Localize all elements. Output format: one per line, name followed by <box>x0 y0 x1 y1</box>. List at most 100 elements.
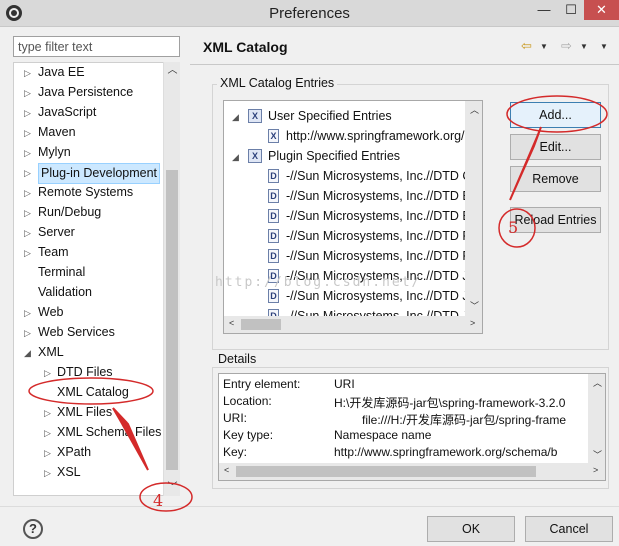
forward-icon[interactable]: ⇨ <box>561 38 572 54</box>
scroll-down-icon[interactable]: ﹀ <box>164 479 181 496</box>
tree-item-label: Web Services <box>38 325 115 339</box>
details-vertical-scrollbar[interactable]: ︿ ﹀ <box>588 374 605 464</box>
remove-button[interactable]: Remove <box>510 166 601 192</box>
expanded-arrow-icon[interactable]: ◢ <box>232 107 239 127</box>
tree-item-web[interactable]: ▷ Web <box>14 303 164 322</box>
detail-value: H:\开发库源码-jar包\spring-framework-3.2.0 <box>334 396 566 410</box>
add-button[interactable]: Add... <box>510 102 601 128</box>
scroll-down-icon[interactable]: ﹀ <box>593 448 602 461</box>
tree-item-remote-systems[interactable]: ▷ Remote Systems <box>14 183 164 202</box>
tree-item-xml-files[interactable]: ▷ XML Files <box>14 403 164 422</box>
tree-item-server[interactable]: ▷ Server <box>14 223 164 242</box>
user-entry-label: http://www.springframework.org/ <box>286 129 465 143</box>
close-button[interactable]: ✕ <box>584 0 619 20</box>
tree-scroll-thumb[interactable] <box>166 170 178 470</box>
collapsed-arrow-icon[interactable]: ▷ <box>44 444 51 463</box>
collapsed-arrow-icon[interactable]: ▷ <box>24 244 31 263</box>
details-hscroll-thumb[interactable] <box>236 466 536 477</box>
scroll-down-icon[interactable]: ﹀ <box>470 299 479 312</box>
catalog-entries-tree: ◢ X User Specified Entries X http://www.… <box>223 100 483 334</box>
tree-item-run-debug[interactable]: ▷ Run/Debug <box>14 203 164 222</box>
plugin-entry-label: -//Sun Microsystems, Inc.//DTD F <box>286 229 471 243</box>
tree-item-label: XSL <box>57 465 81 479</box>
tree-item-label: XML Catalog <box>57 385 129 399</box>
help-icon[interactable]: ? <box>23 519 43 539</box>
dtd-file-icon: D <box>268 209 279 223</box>
view-menu-icon[interactable]: ▼ <box>600 42 608 51</box>
collapsed-arrow-icon[interactable]: ▷ <box>24 64 31 83</box>
scroll-left-icon[interactable]: < <box>229 318 234 328</box>
collapsed-arrow-icon[interactable]: ▷ <box>44 464 51 483</box>
back-menu-icon[interactable]: ▼ <box>540 42 548 51</box>
tree-item-xpath[interactable]: ▷ XPath <box>14 443 164 462</box>
tree-item-xml-schema-files[interactable]: ▷ XML Schema Files <box>14 423 164 442</box>
entries-vertical-scrollbar[interactable]: ︿ ﹀ <box>465 101 482 317</box>
tree-scrollbar[interactable]: ︿ ﹀ <box>163 62 180 496</box>
edit-button[interactable]: Edit... <box>510 134 601 160</box>
tree-item-maven[interactable]: ▷ Maven <box>14 123 164 142</box>
maximize-button[interactable]: ☐ <box>558 0 584 20</box>
tree-item-plug-in-development[interactable]: ▷ Plug-in Development <box>14 163 164 184</box>
collapsed-arrow-icon[interactable]: ▷ <box>24 304 31 323</box>
entries-horizontal-scrollbar[interactable]: < > <box>224 316 482 333</box>
minimize-button[interactable]: — <box>530 0 558 20</box>
collapsed-arrow-icon[interactable]: ▷ <box>44 404 51 423</box>
tree-item-xml[interactable]: ◢ XML <box>14 343 164 362</box>
header-separator <box>190 64 619 65</box>
collapsed-arrow-icon[interactable]: ▷ <box>24 144 31 163</box>
tree-item-xml-catalog[interactable]: XML Catalog <box>14 383 164 402</box>
collapsed-arrow-icon[interactable]: ▷ <box>24 204 31 223</box>
tree-item-label: Remote Systems <box>38 185 134 199</box>
tree-item-label: XPath <box>57 445 92 459</box>
tree-item-web-services[interactable]: ▷ Web Services <box>14 323 164 342</box>
scroll-up-icon[interactable]: ︿ <box>593 376 602 389</box>
collapsed-arrow-icon[interactable]: ▷ <box>44 364 51 383</box>
tree-item-validation[interactable]: Validation <box>14 283 164 302</box>
tree-item-java-ee[interactable]: ▷ Java EE <box>14 63 164 82</box>
tree-item-dtd-files[interactable]: ▷ DTD Files <box>14 363 164 382</box>
plugin-entries-label: Plugin Specified Entries <box>268 149 401 163</box>
dtd-file-icon: D <box>268 189 279 203</box>
forward-menu-icon[interactable]: ▼ <box>580 42 588 51</box>
collapsed-arrow-icon[interactable]: ▷ <box>44 424 51 443</box>
tree-item-xsl[interactable]: ▷ XSL <box>14 463 164 482</box>
window-title: Preferences <box>269 5 350 22</box>
tree-item-terminal[interactable]: Terminal <box>14 263 164 282</box>
collapsed-arrow-icon[interactable]: ▷ <box>24 164 31 183</box>
tree-item-mylyn[interactable]: ▷ Mylyn <box>14 143 164 162</box>
title-bar: Preferences — ☐ ✕ <box>0 0 619 27</box>
collapsed-arrow-icon[interactable]: ▷ <box>24 104 31 123</box>
dialog-button-bar: ? OK Cancel <box>0 506 619 546</box>
collapsed-arrow-icon[interactable]: ▷ <box>24 184 31 203</box>
tree-item-javascript[interactable]: ▷ JavaScript <box>14 103 164 122</box>
scroll-left-icon[interactable]: < <box>224 465 229 475</box>
details-horizontal-scrollbar[interactable]: < > <box>219 463 605 480</box>
tree-item-label: XML <box>38 345 64 359</box>
entries-hscroll-thumb[interactable] <box>241 319 281 330</box>
plugin-entry-label: -//Sun Microsystems, Inc.//DTD E <box>286 189 471 203</box>
catalog-icon: X <box>248 109 262 123</box>
dtd-file-icon: D <box>268 169 279 183</box>
expanded-arrow-icon[interactable]: ◢ <box>232 147 239 167</box>
filter-input[interactable] <box>13 36 180 57</box>
collapsed-arrow-icon[interactable]: ▷ <box>24 124 31 143</box>
tree-item-team[interactable]: ▷ Team <box>14 243 164 262</box>
expanded-arrow-icon[interactable]: ◢ <box>24 344 31 363</box>
tree-item-java-persistence[interactable]: ▷ Java Persistence <box>14 83 164 102</box>
xml-file-icon: X <box>268 129 279 143</box>
scroll-right-icon[interactable]: > <box>470 318 475 328</box>
collapsed-arrow-icon[interactable]: ▷ <box>24 84 31 103</box>
page-title: XML Catalog <box>203 39 288 55</box>
reload-entries-button[interactable]: Reload Entries <box>510 207 601 233</box>
ok-button[interactable]: OK <box>427 516 515 542</box>
cancel-button[interactable]: Cancel <box>525 516 613 542</box>
back-icon[interactable]: ⇦ <box>521 38 532 54</box>
collapsed-arrow-icon[interactable]: ▷ <box>24 224 31 243</box>
scroll-up-icon[interactable]: ︿ <box>164 62 181 79</box>
details-panel: Entry element: URI Location: H:\开发库源码-jar包\… <box>218 373 606 481</box>
scroll-right-icon[interactable]: > <box>593 465 598 475</box>
scroll-up-icon[interactable]: ︿ <box>470 103 479 116</box>
collapsed-arrow-icon[interactable]: ▷ <box>24 324 31 343</box>
preferences-tree: ▷ Java EE ▷ Java Persistence ▷ JavaScript ▷ Mav… <box>13 62 180 496</box>
catalog-entries-group-label: XML Catalog Entries <box>217 76 338 90</box>
